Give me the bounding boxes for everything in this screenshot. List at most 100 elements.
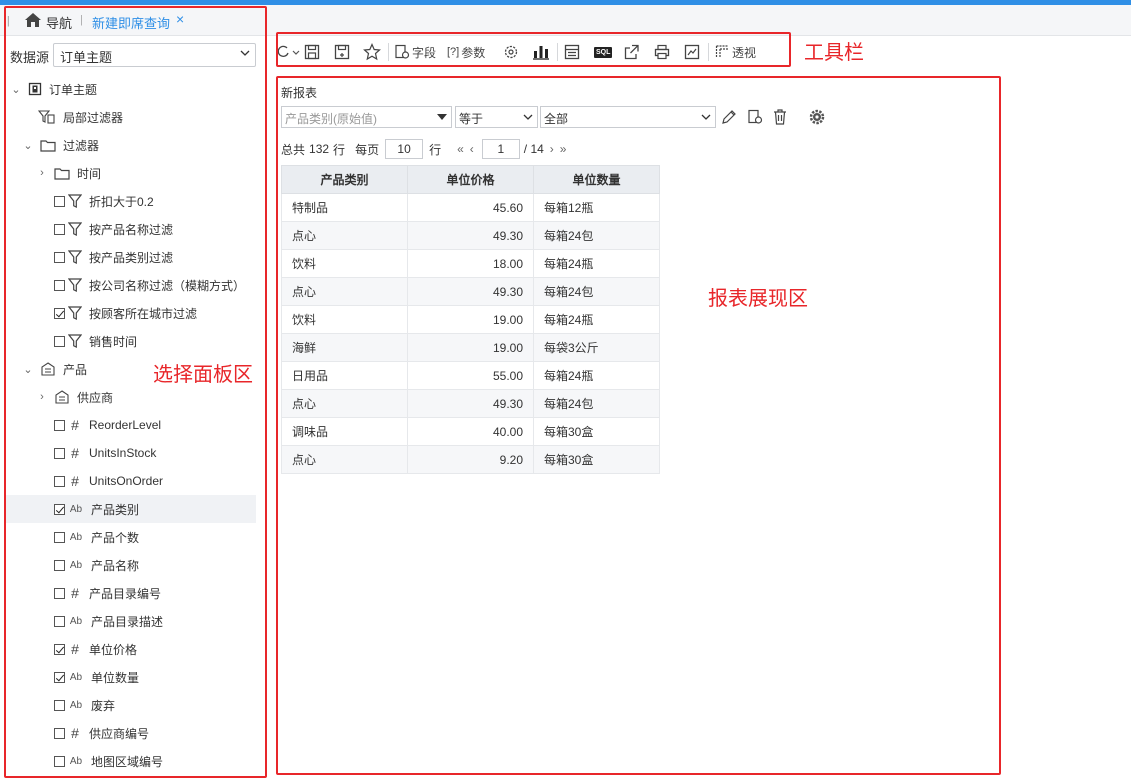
tree-item[interactable]: 销售时间 (54, 327, 137, 355)
field-checkbox[interactable] (54, 503, 65, 515)
tree-item[interactable]: # 单位价格 (54, 635, 137, 663)
table-row[interactable]: 点心 9.20 每箱30盒 (281, 445, 660, 474)
tree-item[interactable]: 按顾客所在城市过滤 (54, 299, 197, 327)
table-row[interactable]: 特制品 45.60 每箱12瓶 (281, 193, 660, 222)
next-page-icon[interactable]: › (550, 142, 554, 156)
save-icon[interactable] (304, 43, 320, 61)
tree-item[interactable]: Ab 产品类别 (4, 495, 256, 523)
tab-bar: || 导航 | 新建即席查询 × (0, 5, 1131, 36)
toolbar-separator (708, 43, 709, 61)
page-input[interactable]: 1 (481, 139, 520, 159)
field-checkbox[interactable] (54, 475, 65, 487)
tree-item[interactable]: Ab 产品名称 (54, 551, 139, 579)
field-checkbox[interactable] (54, 615, 65, 627)
tree-item[interactable]: 按产品类别过滤 (54, 243, 173, 271)
field-checkbox[interactable] (54, 699, 65, 711)
gear-icon[interactable] (503, 43, 519, 61)
edit-icon[interactable] (720, 108, 738, 126)
filter-field-select[interactable]: 产品类别(原始值) (281, 106, 452, 128)
close-icon[interactable]: × (176, 11, 184, 27)
tree-item[interactable]: ⌄ 过滤器 (22, 131, 99, 159)
report-settings-icon[interactable] (684, 43, 700, 61)
table-row[interactable]: 饮料 19.00 每箱24瓶 (281, 305, 660, 334)
per-page-input[interactable]: 10 (385, 139, 424, 159)
save-as-icon[interactable] (334, 43, 350, 61)
field-checkbox[interactable] (54, 335, 65, 347)
tree-item[interactable]: Ab 单位数量 (54, 663, 139, 691)
field-checkbox[interactable] (54, 279, 65, 291)
field-checkbox[interactable] (54, 307, 65, 319)
tree-item[interactable]: # 产品目录编号 (54, 579, 161, 607)
column-header[interactable]: 产品类别 (281, 165, 408, 194)
chevron-down-icon[interactable]: ⌄ (10, 83, 22, 96)
delete-icon[interactable] (771, 108, 789, 126)
tree-item[interactable]: 按产品名称过滤 (54, 215, 173, 243)
chevron-down-icon[interactable] (291, 43, 301, 61)
tree-item[interactable]: › 供应商 (36, 383, 113, 411)
chevron-down-icon[interactable]: ⌄ (22, 363, 34, 376)
chevron-right-icon[interactable]: › (36, 167, 48, 179)
first-page-icon[interactable]: « (457, 142, 464, 156)
column-header[interactable]: 单位数量 (533, 165, 660, 194)
chevron-right-icon[interactable]: › (36, 391, 48, 403)
param-button[interactable]: [?] 参数 (447, 43, 485, 61)
field-checkbox[interactable] (54, 447, 65, 459)
tree-item[interactable]: 折扣大于0.2 (54, 187, 154, 215)
tree-item[interactable]: Ab 地图区域编号 (54, 747, 163, 775)
table-row[interactable]: 点心 49.30 每箱24包 (281, 221, 660, 250)
tab-new-adhoc-query[interactable]: 新建即席查询 (92, 13, 170, 32)
home-icon[interactable] (25, 13, 41, 27)
nav-tab[interactable]: 导航 (46, 13, 72, 32)
table-row[interactable]: 点心 49.30 每箱24包 (281, 389, 660, 418)
column-header[interactable]: 单位价格 (407, 165, 534, 194)
tree-item[interactable]: › 时间 (36, 159, 101, 187)
prev-page-icon[interactable]: ‹ (470, 142, 474, 156)
field-checkbox[interactable] (54, 727, 65, 739)
star-icon[interactable] (363, 43, 381, 61)
tree-item[interactable]: Ab 产品目录描述 (54, 607, 163, 635)
tree-item[interactable]: Ab 废弃 (54, 691, 115, 719)
tree-item-label: UnitsOnOrder (89, 474, 164, 488)
add-filter-icon[interactable] (746, 108, 764, 126)
field-checkbox[interactable] (54, 195, 65, 207)
filter-value-select[interactable]: 全部 (540, 106, 716, 128)
chart-icon[interactable] (532, 43, 550, 61)
pivot-button[interactable]: 透视 (715, 43, 756, 61)
field-checkbox[interactable] (54, 587, 65, 599)
chevron-down-icon[interactable]: ⌄ (22, 139, 34, 152)
last-page-icon[interactable]: » (560, 142, 567, 156)
field-checkbox[interactable] (54, 559, 65, 571)
field-checkbox[interactable] (54, 419, 65, 431)
tree-item[interactable]: # UnitsOnOrder (54, 467, 163, 495)
table-row[interactable]: 点心 49.30 每箱24包 (281, 277, 660, 306)
sql-icon[interactable]: SQL (594, 43, 613, 61)
tree-item[interactable]: # ReorderLevel (54, 411, 161, 439)
table-cell: 55.00 (407, 361, 534, 390)
field-checkbox[interactable] (54, 223, 65, 235)
tree-item[interactable]: ⌄ 产品 (22, 355, 87, 383)
gear-icon[interactable] (808, 108, 826, 126)
field-checkbox[interactable] (54, 643, 65, 655)
table-row[interactable]: 饮料 18.00 每箱24瓶 (281, 249, 660, 278)
export-icon[interactable] (624, 43, 640, 61)
tree-item[interactable]: Ab 产品个数 (54, 523, 139, 551)
tree-item[interactable]: 按公司名称过滤（模糊方式） (54, 271, 245, 299)
datasource-select[interactable]: 订单主题 (53, 43, 256, 67)
field-checkbox[interactable] (54, 755, 65, 767)
tree-item[interactable]: # 供应商编号 (54, 719, 149, 747)
tree-item[interactable]: # UnitsInStock (54, 439, 156, 467)
field-checkbox[interactable] (54, 671, 65, 683)
field-checkbox[interactable] (54, 251, 65, 263)
field-checkbox[interactable] (54, 531, 65, 543)
drag-handle-icon[interactable]: || (4, 15, 10, 27)
filter-operator-select[interactable]: 等于 (455, 106, 538, 128)
tree-item[interactable]: 局部过滤器 (38, 103, 123, 131)
table-view-icon[interactable] (564, 43, 580, 61)
print-icon[interactable] (654, 43, 670, 61)
tree-item[interactable]: ⌄ 订单主题 (10, 75, 97, 103)
table-row[interactable]: 日用品 55.00 每箱24瓶 (281, 361, 660, 390)
table-row[interactable]: 海鲜 19.00 每袋3公斤 (281, 333, 660, 362)
field-button[interactable]: 字段 (395, 43, 436, 61)
refresh-icon[interactable] (276, 43, 290, 61)
table-row[interactable]: 调味品 40.00 每箱30盒 (281, 417, 660, 446)
